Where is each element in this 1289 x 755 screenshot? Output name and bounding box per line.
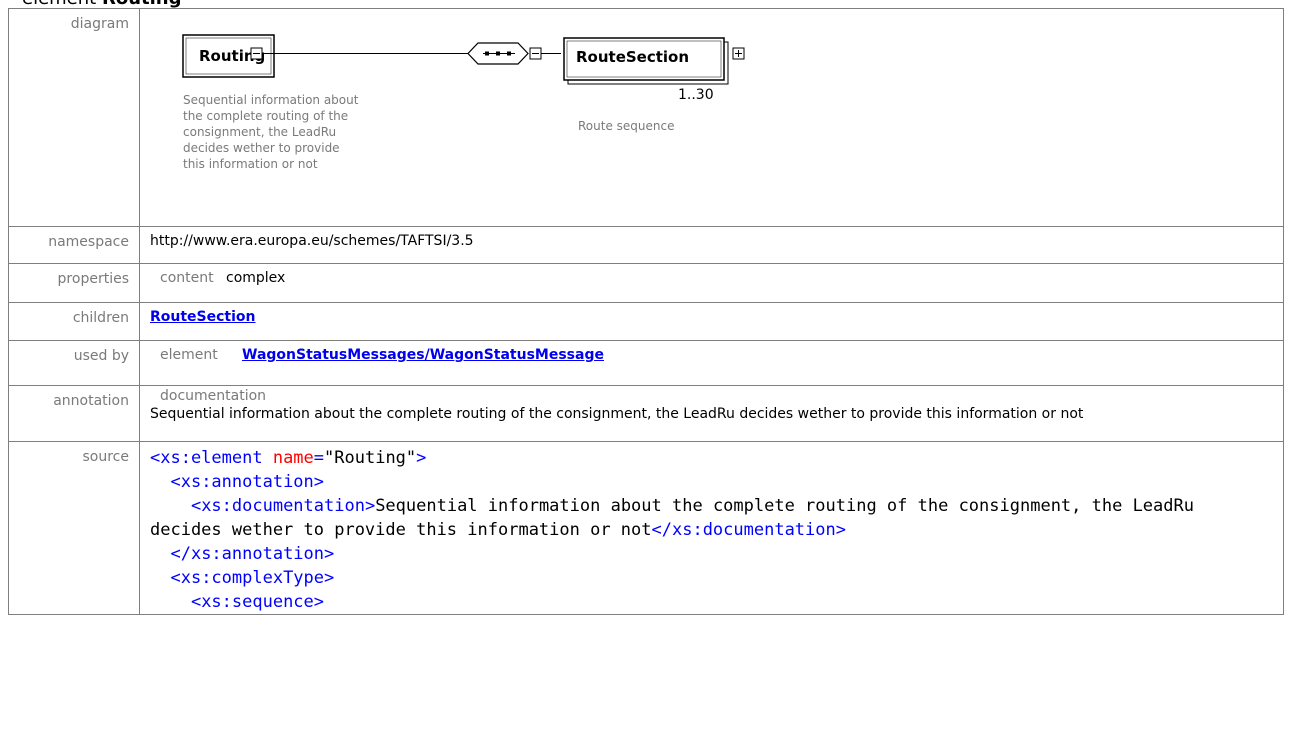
children-cell: RouteSection (139, 302, 1284, 341)
properties-cell: content complex (139, 263, 1284, 303)
xml-attr-name: name (272, 448, 314, 468)
annotation-cell: documentation Sequential information abo… (139, 385, 1284, 442)
annotation-label: annotation (8, 385, 140, 442)
used-by-link[interactable]: WagonStatusMessages/WagonStatusMessage (242, 347, 604, 363)
routesection-cardinality: 1..30 (678, 87, 714, 103)
xml-tag-close: > (416, 448, 427, 468)
namespace-value: http://www.era.europa.eu/schemes/TAFTSI/… (139, 226, 1284, 264)
diagram-label: diagram (8, 8, 140, 227)
xml-tag: <xs:complexType> (170, 568, 335, 588)
child-link-routesection[interactable]: RouteSection (150, 309, 256, 325)
xml-tag: <xs:element (150, 448, 273, 468)
used-by-cell: element WagonStatusMessages/WagonStatusMe… (139, 340, 1284, 386)
children-row: children RouteSection (8, 302, 1284, 341)
properties-row: properties content complex (8, 263, 1284, 303)
source-label: source (8, 441, 140, 615)
schema-diagram: Routing RouteSection 1..30 Sequential in… (182, 34, 745, 171)
used-by-label: used by (8, 340, 140, 386)
sequence-compositor-icon[interactable] (467, 42, 529, 65)
used-by-entry: element WagonStatusMessages/WagonStatusMe… (150, 347, 1283, 363)
source-code: <xs:element name="Routing"> <xs:annotati… (150, 446, 1243, 614)
routesection-element-box[interactable]: RouteSection (563, 37, 745, 85)
xml-tag: </xs:annotation> (170, 544, 335, 564)
element-doc-table: diagram Routing RouteSection 1..30 Seque… (8, 8, 1284, 615)
routing-documentation: Sequential information about the complet… (183, 93, 359, 171)
annotation-kind: documentation (160, 388, 267, 404)
routing-doc-line: consignment, the LeadRu (183, 125, 336, 139)
routesection-element-name: RouteSection (576, 48, 689, 66)
source-cell: <xs:element name="Routing"> <xs:annotati… (139, 441, 1284, 615)
properties-label: properties (8, 263, 140, 303)
annotation-row: annotation documentation Sequential info… (8, 385, 1284, 442)
xml-tag: <xs:documentation> (190, 496, 376, 516)
property-entry: content complex (150, 270, 1283, 286)
routing-doc-line: Sequential information about (183, 93, 359, 107)
routing-doc-line: decides wether to provide (183, 141, 340, 155)
property-key: content (160, 270, 214, 286)
namespace-row: namespace http://www.era.europa.eu/schem… (8, 226, 1284, 264)
used-by-row: used by element WagonStatusMessages/Wagon… (8, 340, 1284, 386)
children-label: children (8, 302, 140, 341)
property-value: complex (226, 270, 286, 286)
routesection-documentation: Route sequence (578, 119, 674, 133)
routing-element-box[interactable]: Routing (182, 34, 275, 78)
xml-tag: <xs:sequence> (190, 592, 325, 612)
xml-attr-value: "Routing" (324, 448, 417, 468)
plus-box-icon[interactable] (732, 47, 745, 60)
xml-tag: <xs:annotation> (170, 472, 325, 492)
namespace-label: namespace (8, 226, 140, 264)
annotation-text: Sequential information about the complet… (150, 406, 1084, 422)
used-by-kind: element (160, 347, 218, 363)
minus-box-icon[interactable] (529, 47, 542, 60)
xml-tag: </xs:documentation> (651, 520, 846, 540)
routing-doc-line: this information or not (183, 157, 318, 171)
diagram-row: diagram Routing RouteSection 1..30 Seque… (8, 8, 1284, 227)
routing-doc-line: the complete routing of the (183, 109, 348, 123)
source-row: source <xs:element name="Routing"> <xs:a… (8, 441, 1284, 615)
diagram-cell: Routing RouteSection 1..30 Sequential in… (139, 8, 1284, 227)
xml-equals: = (313, 448, 325, 468)
minus-box-icon[interactable] (250, 47, 263, 60)
